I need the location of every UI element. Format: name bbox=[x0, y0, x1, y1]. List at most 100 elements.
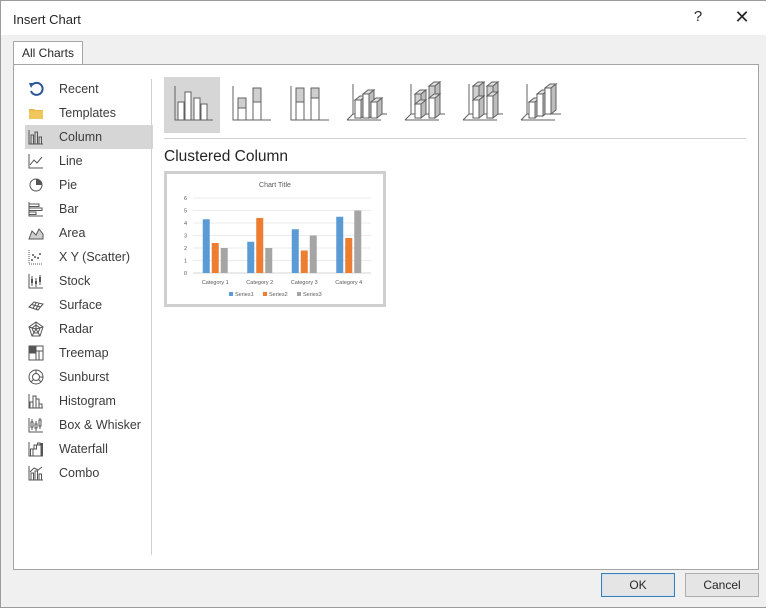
sidebar-item-combo[interactable]: Combo bbox=[25, 461, 153, 485]
chart-preview-svg: Chart Title 0 1 2 3 4 5 6 Category 1 Category 2 Ca… bbox=[184, 182, 371, 298]
histogram-chart-icon bbox=[28, 393, 44, 409]
area-chart-icon bbox=[28, 225, 44, 241]
sidebar-item-label: Column bbox=[59, 130, 103, 144]
folder-icon bbox=[28, 105, 44, 121]
x-tick-label: Category 4 bbox=[335, 280, 362, 286]
line-chart-icon bbox=[28, 153, 44, 169]
bar-series3-4 bbox=[354, 210, 362, 273]
sidebar-item-folder[interactable]: Templates bbox=[25, 101, 153, 125]
legend-label: Series1 bbox=[235, 292, 254, 298]
background-window-edge bbox=[766, 0, 772, 608]
bar-series1-1 bbox=[202, 219, 210, 273]
sidebar-item-area[interactable]: Area bbox=[25, 221, 153, 245]
dialog-title: Insert Chart bbox=[13, 12, 81, 27]
sidebar-item-label: Combo bbox=[59, 466, 100, 480]
sidebar-divider bbox=[151, 79, 152, 555]
sidebar-item-bar[interactable]: Bar bbox=[25, 197, 153, 221]
3d-100-stacked-column-icon bbox=[459, 80, 505, 131]
sidebar-item-label: Area bbox=[59, 226, 86, 240]
3d-column-icon bbox=[517, 80, 563, 131]
pie-chart-icon bbox=[28, 177, 44, 193]
clustered-column-button[interactable] bbox=[164, 77, 220, 133]
sidebar-item-box-whisker[interactable]: Box & Whisker bbox=[25, 413, 153, 437]
sidebar-item-pie[interactable]: Pie bbox=[25, 173, 153, 197]
sidebar-item-label: Treemap bbox=[59, 346, 109, 360]
bar-series3-3 bbox=[309, 235, 317, 273]
legend-label: Series2 bbox=[269, 292, 288, 298]
sidebar-item-waterfall[interactable]: Waterfall bbox=[25, 437, 153, 461]
sidebar-item-label: Templates bbox=[59, 106, 116, 120]
x-tick-label: Category 2 bbox=[246, 280, 273, 286]
tab-all-charts[interactable]: All Charts bbox=[13, 41, 84, 66]
tab-strip: All Charts bbox=[9, 39, 759, 66]
help-button[interactable]: ? bbox=[685, 6, 711, 28]
legend-swatch bbox=[229, 292, 233, 296]
3d-column-button[interactable] bbox=[512, 77, 568, 133]
column-chart-icon bbox=[28, 129, 44, 145]
y-tick-label: 6 bbox=[184, 196, 187, 202]
combo-chart-icon bbox=[28, 465, 44, 481]
100-stacked-column-icon bbox=[285, 80, 331, 131]
3d-clustered-column-button[interactable] bbox=[338, 77, 394, 133]
y-tick-label: 4 bbox=[184, 221, 187, 227]
title-bar: Insert Chart ? ✕ bbox=[1, 1, 771, 35]
sidebar-item-label: Waterfall bbox=[59, 442, 108, 456]
sidebar-item-treemap[interactable]: Treemap bbox=[25, 341, 153, 365]
subtype-divider bbox=[164, 138, 746, 139]
bar-series2-2 bbox=[256, 218, 264, 273]
100-stacked-column-button[interactable] bbox=[280, 77, 336, 133]
surface-chart-icon bbox=[28, 297, 44, 313]
sidebar-item-label: Bar bbox=[59, 202, 79, 216]
sidebar-item-column[interactable]: Column bbox=[25, 125, 153, 149]
sidebar-item-recent[interactable]: Recent bbox=[25, 77, 153, 101]
legend-swatch bbox=[297, 292, 301, 296]
radar-chart-icon bbox=[28, 321, 44, 337]
sidebar-item-line[interactable]: Line bbox=[25, 149, 153, 173]
bar-series2-4 bbox=[345, 238, 353, 273]
chart-preview: Chart Title 0 1 2 3 4 5 6 Category 1 Category 2 Ca… bbox=[164, 171, 386, 307]
sidebar-item-radar[interactable]: Radar bbox=[25, 317, 153, 341]
sidebar-item-label: Pie bbox=[59, 178, 78, 192]
chart-panel: Recent Templates Column Line Pie Bar Area X Y (… bbox=[13, 64, 759, 570]
sunburst-chart-icon bbox=[28, 369, 44, 385]
stacked-column-icon bbox=[227, 80, 273, 131]
sidebar-item-label: Box & Whisker bbox=[59, 418, 141, 432]
cancel-button[interactable]: Cancel bbox=[685, 573, 759, 597]
3d-stacked-column-icon bbox=[401, 80, 447, 131]
box-whisker-chart-icon bbox=[28, 417, 44, 433]
treemap-chart-icon bbox=[28, 345, 44, 361]
bar-series2-3 bbox=[300, 250, 308, 273]
x-tick-label: Category 3 bbox=[291, 280, 318, 286]
ok-button[interactable]: OK bbox=[601, 573, 675, 597]
sidebar-item-scatter[interactable]: X Y (Scatter) bbox=[25, 245, 153, 269]
recent-icon bbox=[28, 81, 44, 97]
sidebar-item-histogram[interactable]: Histogram bbox=[25, 389, 153, 413]
sidebar-item-label: Surface bbox=[59, 298, 103, 312]
sidebar-item-label: X Y (Scatter) bbox=[59, 250, 131, 264]
bar-series3-2 bbox=[265, 248, 273, 273]
sidebar-item-label: Histogram bbox=[59, 394, 116, 408]
3d-100-stacked-column-button[interactable] bbox=[454, 77, 510, 133]
3d-clustered-column-icon bbox=[343, 80, 389, 131]
bar-series1-4 bbox=[336, 216, 344, 273]
sidebar-item-sunburst[interactable]: Sunburst bbox=[25, 365, 153, 389]
sidebar-item-surface[interactable]: Surface bbox=[25, 293, 153, 317]
legend-label: Series3 bbox=[303, 292, 322, 298]
bar-series1-2 bbox=[247, 241, 255, 273]
bar-series2-1 bbox=[211, 243, 219, 273]
chart-type-list: Recent Templates Column Line Pie Bar Area X Y (… bbox=[25, 77, 153, 485]
bar-series1-3 bbox=[291, 229, 299, 273]
y-tick-label: 2 bbox=[184, 246, 187, 252]
clustered-column-icon bbox=[169, 80, 215, 131]
bar-chart-icon bbox=[28, 201, 44, 217]
chart-title: Chart Title bbox=[259, 182, 291, 189]
bar-series3-1 bbox=[220, 248, 228, 273]
3d-stacked-column-button[interactable] bbox=[396, 77, 452, 133]
y-tick-label: 0 bbox=[184, 271, 187, 277]
stacked-column-button[interactable] bbox=[222, 77, 278, 133]
y-tick-label: 5 bbox=[184, 209, 187, 215]
scatter-chart-icon bbox=[28, 249, 44, 265]
close-button[interactable]: ✕ bbox=[729, 6, 755, 28]
sidebar-item-stock[interactable]: Stock bbox=[25, 269, 153, 293]
stock-chart-icon bbox=[28, 273, 44, 289]
